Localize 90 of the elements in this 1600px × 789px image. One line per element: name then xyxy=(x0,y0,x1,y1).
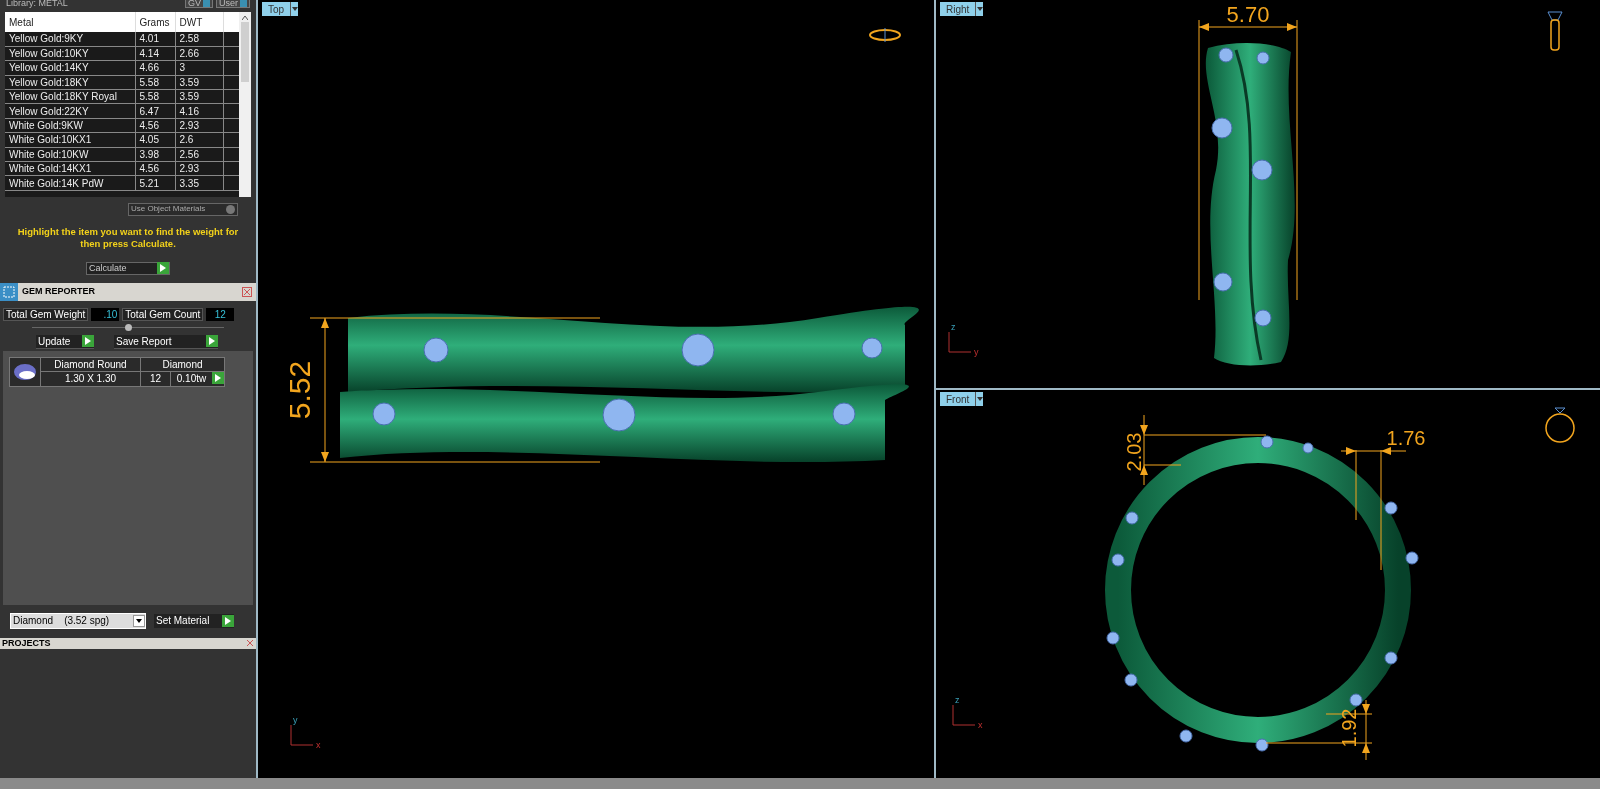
table-cell[interactable]: 3.59 xyxy=(175,75,223,90)
table-cell[interactable]: 6.47 xyxy=(135,103,175,119)
report-button[interactable]: Update xyxy=(36,334,94,349)
table-cell[interactable]: White Gold:9KW xyxy=(5,118,135,133)
table-cell[interactable]: Yellow Gold:18KY Royal xyxy=(5,89,135,104)
table-cell[interactable]: White Gold:10KW xyxy=(5,147,135,162)
axis-label: y xyxy=(974,347,979,357)
table-cell[interactable]: Yellow Gold:9KY xyxy=(5,32,135,47)
panel-title: PROJECTS xyxy=(2,638,51,648)
gem-material: Diamond xyxy=(140,357,224,372)
table-cell[interactable]: Yellow Gold:10KY xyxy=(5,46,135,61)
library-button[interactable]: GV xyxy=(184,0,213,8)
dimension-label: 1.92 xyxy=(1338,708,1360,748)
table-cell[interactable]: 3.59 xyxy=(175,89,223,104)
scrollbar-thumb[interactable] xyxy=(241,22,249,82)
dimension-label: 2.03 xyxy=(1123,432,1145,472)
axis-label: x xyxy=(978,720,983,730)
gem-weight: 0.10tw xyxy=(175,371,208,386)
axis-label: x xyxy=(316,740,321,750)
table-cell[interactable]: 2.66 xyxy=(175,46,223,61)
caret-icon xyxy=(290,2,299,16)
table-cell[interactable]: White Gold:14K PdW xyxy=(5,175,135,191)
table-cell[interactable]: 3.35 xyxy=(175,175,223,191)
ring-thumbnail-icon xyxy=(869,27,901,43)
table-cell[interactable]: Yellow Gold:18KY xyxy=(5,75,135,90)
table-cell[interactable]: 4.16 xyxy=(175,103,223,119)
caret-icon xyxy=(133,614,145,627)
table-cell[interactable]: 5.58 xyxy=(135,89,175,104)
table-cell[interactable]: Yellow Gold:22KY xyxy=(5,103,135,119)
axis-label: y xyxy=(293,715,298,725)
play-icon xyxy=(82,335,94,348)
play-icon xyxy=(222,614,234,627)
use-object-materials-toggle[interactable]: Use Object Materials xyxy=(128,202,238,216)
panel-title: GEM REPORTER xyxy=(22,285,95,299)
table-cell[interactable]: 3 xyxy=(175,60,223,76)
table-cell[interactable]: 4.66 xyxy=(135,60,175,76)
table-cell[interactable]: White Gold:14KX1 xyxy=(5,161,135,176)
ring-thumbnail-icon xyxy=(1547,11,1563,51)
info-icon xyxy=(240,0,247,7)
dimension-label: 5.70 xyxy=(1226,2,1270,27)
viewport-tab[interactable]: Right xyxy=(940,2,984,16)
dimension-label: 1.76 xyxy=(1386,427,1426,449)
total-gem-count-label: Total Gem Count xyxy=(122,307,204,321)
axis-icon xyxy=(290,724,314,746)
gem-thumbnail-icon xyxy=(10,357,40,386)
total-gem-weight-value: .10 xyxy=(91,307,120,321)
info-icon xyxy=(203,0,210,7)
gem-name: Diamond Round xyxy=(40,357,140,372)
dimension-label: 5.52 xyxy=(283,360,316,420)
caret-icon xyxy=(975,392,984,406)
close-icon[interactable] xyxy=(245,638,254,648)
total-gem-weight-label: Total Gem Weight xyxy=(3,307,89,321)
play-icon xyxy=(206,335,218,348)
set-material-button[interactable]: Set Material xyxy=(154,613,234,628)
axis-icon xyxy=(948,331,972,353)
close-icon[interactable] xyxy=(242,286,252,297)
axis-label: z xyxy=(955,695,960,705)
total-gem-count-value: 12 xyxy=(206,307,235,321)
table-cell[interactable]: 3.98 xyxy=(135,147,175,162)
table-cell[interactable]: 2.93 xyxy=(175,161,223,176)
table-cell[interactable]: 2.93 xyxy=(175,118,223,133)
table-cell[interactable]: Yellow Gold:14KY xyxy=(5,60,135,76)
library-button[interactable]: User xyxy=(216,0,250,8)
material-dropdown[interactable]: Diamond (3.52 spg) xyxy=(10,612,146,629)
gem-reporter-icon xyxy=(0,282,18,301)
table-cell[interactable]: 4.01 xyxy=(135,32,175,47)
table-cell[interactable]: 4.05 xyxy=(135,132,175,148)
table-cell[interactable]: 2.6 xyxy=(175,132,223,148)
scrollbar[interactable] xyxy=(239,12,251,197)
play-icon xyxy=(157,262,169,275)
hint-text: Highlight the item you want to find the weight for then press Calculate. xyxy=(16,225,240,250)
viewport-tab[interactable]: Front xyxy=(940,392,984,406)
caret-icon xyxy=(975,2,984,16)
table-cell[interactable]: 5.21 xyxy=(135,175,175,191)
table-cell[interactable]: 2.56 xyxy=(175,147,223,162)
scroll-up-icon[interactable] xyxy=(242,16,248,20)
table-cell[interactable]: 4.14 xyxy=(135,46,175,61)
calculate-button[interactable]: Calculate xyxy=(86,261,170,275)
collapse-handle[interactable] xyxy=(124,324,132,332)
ring-thumbnail-icon xyxy=(1545,407,1575,443)
table-cell[interactable]: 4.56 xyxy=(135,161,175,176)
table-cell[interactable]: 5.58 xyxy=(135,75,175,90)
axis-icon xyxy=(952,704,976,726)
axis-label: z xyxy=(951,322,956,332)
table-cell[interactable]: White Gold:10KX1 xyxy=(5,132,135,148)
table-cell[interactable]: 2.58 xyxy=(175,32,223,47)
report-button[interactable]: Save Report xyxy=(114,334,218,349)
viewport-tab[interactable]: Top xyxy=(262,2,299,16)
table-cell[interactable]: 4.56 xyxy=(135,118,175,133)
toggle-icon xyxy=(226,204,235,214)
